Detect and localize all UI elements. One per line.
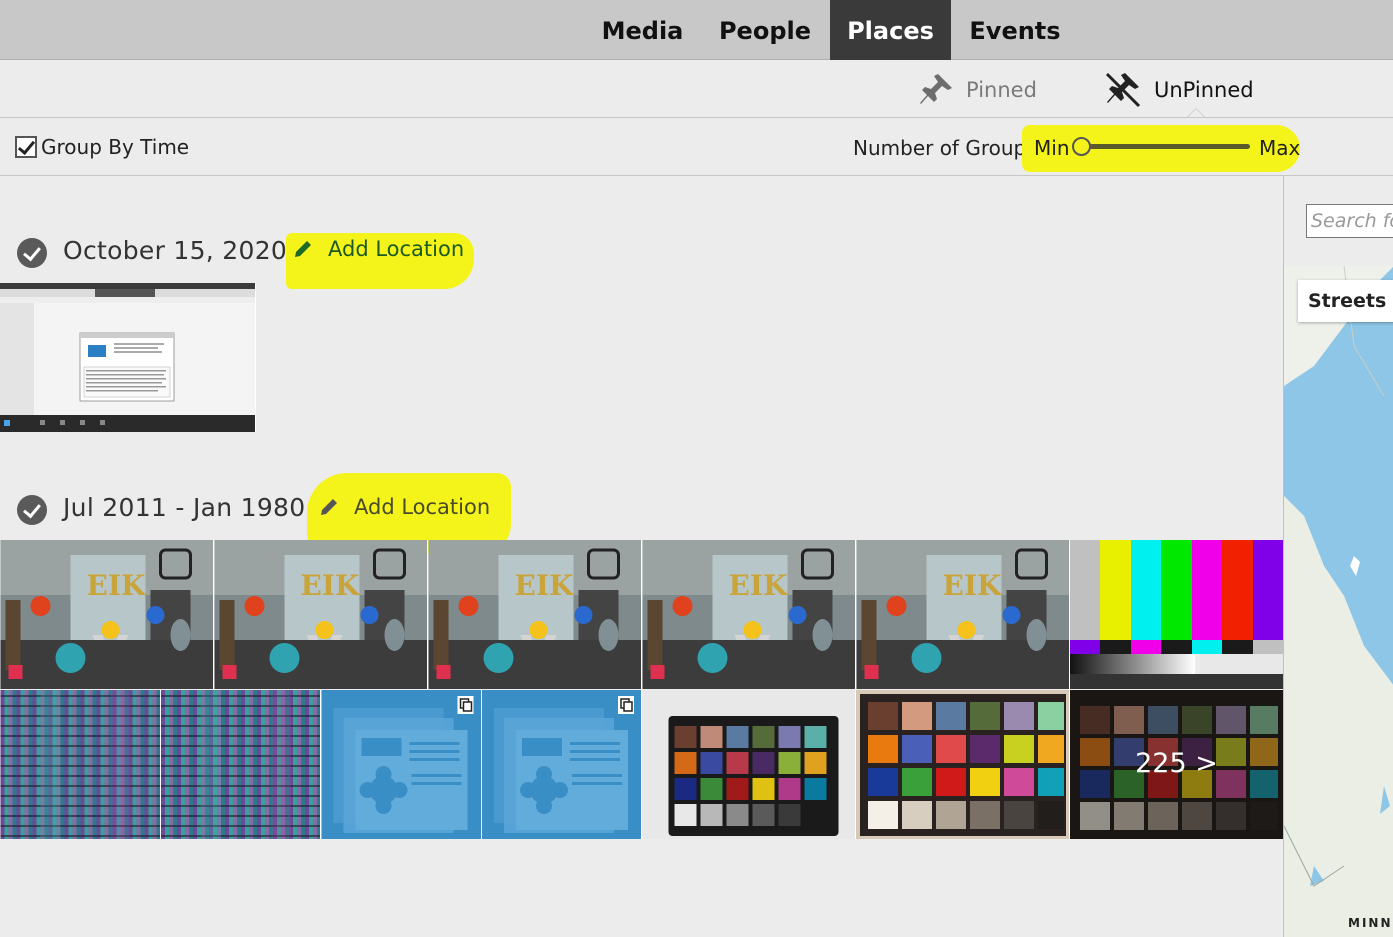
pencil-icon <box>295 241 311 257</box>
pencil-icon <box>321 499 337 515</box>
pin-icon <box>920 74 952 104</box>
photo-thumbnail[interactable] <box>214 540 428 689</box>
pinned-filter[interactable]: Pinned <box>918 70 1037 110</box>
photo-thumbnail[interactable] <box>321 690 482 839</box>
add-location-button[interactable]: Add Location <box>318 495 490 519</box>
group-by-time-label: Group By Time <box>41 135 190 159</box>
number-of-groups-label: Number of Groups: <box>853 136 1044 160</box>
more-count-label: 225 > <box>1135 748 1218 779</box>
unpinned-filter[interactable]: UnPinned <box>1104 70 1254 110</box>
unpinned-label: UnPinned <box>1154 78 1254 102</box>
photo-thumbnail[interactable] <box>0 690 161 839</box>
group-by-time-checkbox[interactable] <box>15 136 37 158</box>
slider-min-label: Min <box>1034 136 1070 160</box>
add-location-label: Add Location <box>328 237 465 261</box>
tab-events[interactable]: Events <box>955 0 1075 60</box>
screenshot-preview <box>0 283 255 432</box>
tab-places[interactable]: Places <box>830 0 951 60</box>
add-location-button[interactable]: Add Location <box>292 237 464 261</box>
groups-slider-thumb[interactable] <box>1072 137 1091 156</box>
map-panel: Search fo Streets MINN <box>1283 176 1393 937</box>
more-photos-tile[interactable]: 225 > <box>1070 690 1283 839</box>
group-select-check[interactable] <box>17 238 47 268</box>
map-tiles <box>1284 266 1393 937</box>
map-view[interactable]: Streets MINN <box>1284 266 1393 937</box>
photo-thumbnail[interactable] <box>482 690 642 839</box>
group-title: Jul 2011 - Jan 1980 <box>63 493 306 522</box>
photo-thumbnail[interactable] <box>642 690 856 839</box>
map-search-input[interactable]: Search fo <box>1306 204 1393 238</box>
top-tab-bar: Media People Places Events <box>0 0 1393 60</box>
photo-thumbnail[interactable] <box>0 283 256 432</box>
unpin-icon <box>1105 72 1141 108</box>
slider-max-label: Max <box>1259 136 1301 160</box>
groups-slider-track[interactable] <box>1082 144 1250 149</box>
group-title: October 15, 2020 <box>63 236 288 265</box>
tab-media[interactable]: Media <box>590 0 695 60</box>
map-layer-button[interactable]: Streets <box>1298 280 1393 322</box>
selection-caret <box>1187 108 1205 117</box>
tab-people[interactable]: People <box>705 0 825 60</box>
map-region-label: MINN <box>1348 916 1393 930</box>
add-location-label: Add Location <box>354 495 491 519</box>
photo-thumbnail[interactable] <box>856 540 1070 689</box>
pinned-label: Pinned <box>966 78 1037 102</box>
photo-thumbnail[interactable] <box>161 690 321 839</box>
photo-thumbnail[interactable] <box>1070 540 1283 689</box>
photo-thumbnail[interactable] <box>0 540 214 689</box>
group-select-check[interactable] <box>17 495 47 525</box>
photo-thumbnail[interactable] <box>642 540 856 689</box>
photo-thumbnail[interactable] <box>856 690 1070 839</box>
color-bars-image <box>1070 540 1283 689</box>
color-checker-image <box>856 690 1069 839</box>
photo-thumbnail[interactable] <box>428 540 642 689</box>
